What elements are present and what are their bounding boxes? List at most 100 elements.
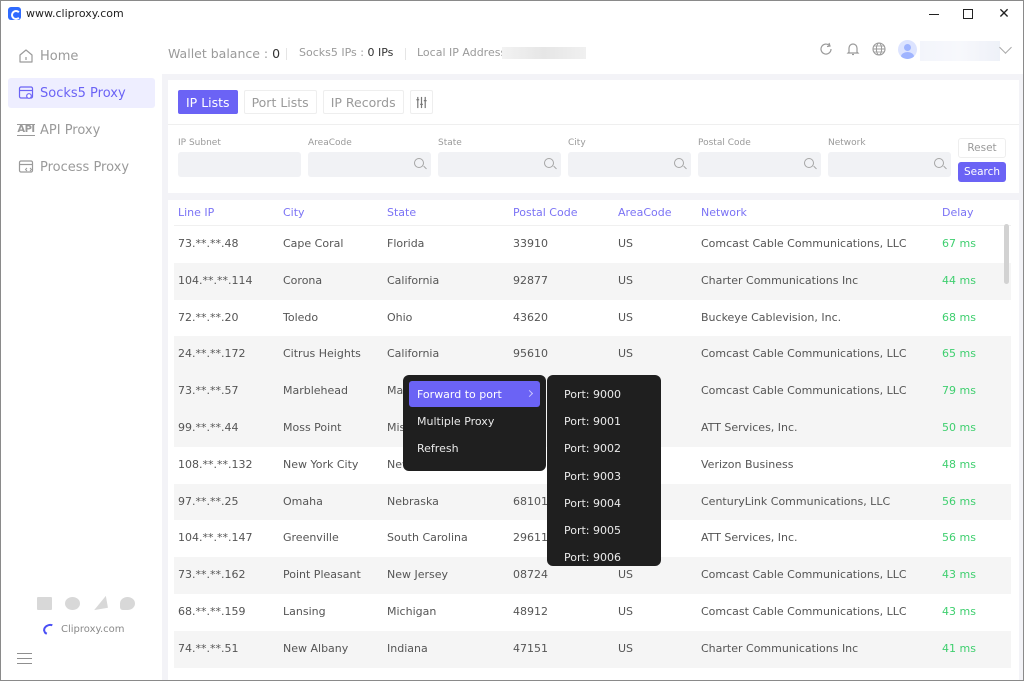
cell-area-code: US bbox=[618, 273, 634, 287]
cell-delay: 43 ms bbox=[942, 568, 976, 582]
area-code-input[interactable] bbox=[308, 152, 431, 177]
cell-state: California bbox=[387, 347, 440, 361]
avatar[interactable] bbox=[898, 40, 917, 59]
search-icon bbox=[934, 158, 944, 168]
divider bbox=[286, 48, 287, 60]
tab-ip-records[interactable]: IP Records bbox=[322, 90, 404, 114]
state-input[interactable] bbox=[438, 152, 561, 177]
column-header-area-code[interactable]: AreaCode bbox=[618, 206, 671, 219]
sidebar-item-label: Socks5 Proxy bbox=[40, 85, 126, 101]
submenu-item-port[interactable]: Port: 9001 bbox=[547, 408, 661, 435]
column-header-line-ip[interactable]: Line IP bbox=[178, 206, 214, 219]
refresh-icon[interactable] bbox=[818, 41, 834, 57]
cell-postal-code: 48912 bbox=[513, 604, 548, 618]
column-header-state[interactable]: State bbox=[387, 206, 416, 219]
sidebar-item-label: API Proxy bbox=[40, 122, 101, 138]
cell-line-ip: 104.**.**.147 bbox=[178, 531, 253, 545]
maximize-button[interactable] bbox=[951, 1, 985, 27]
field-label: State bbox=[438, 138, 462, 148]
sidebar-item-home[interactable]: Home bbox=[8, 41, 155, 71]
cell-network: ATT Services, Inc. bbox=[701, 531, 798, 545]
chevron-down-icon[interactable] bbox=[999, 41, 1012, 54]
tab-ip-lists[interactable]: IP Lists bbox=[178, 90, 238, 114]
cell-delay: 56 ms bbox=[942, 494, 976, 508]
sidebar-item-api-proxy[interactable]: API API Proxy bbox=[8, 115, 155, 145]
main-area: Wallet balance : 0 Socks5 IPs : 0 IPs Lo… bbox=[162, 27, 1023, 680]
api-icon: API bbox=[17, 124, 35, 136]
tab-port-lists[interactable]: Port Lists bbox=[243, 90, 317, 114]
column-header-network[interactable]: Network bbox=[701, 206, 747, 219]
submenu-item-port[interactable]: Port: 9006 bbox=[547, 544, 661, 566]
table-row[interactable]: 73.**.**.48 Cape Coral Florida 33910 US Comca… bbox=[174, 226, 1011, 263]
wallet-balance: Wallet balance : 0 bbox=[168, 46, 281, 61]
cell-city: Corona bbox=[283, 273, 323, 287]
menu-item-refresh[interactable]: Refresh bbox=[409, 435, 540, 461]
cell-line-ip: 24.**.**.172 bbox=[178, 347, 246, 361]
brand-link[interactable]: Cliproxy.com bbox=[41, 622, 125, 637]
username-redacted[interactable] bbox=[920, 41, 1000, 61]
socks5-proxy-icon bbox=[18, 85, 34, 101]
cell-area-code: US bbox=[618, 347, 634, 361]
cell-network: Comcast Cable Communications, LLC bbox=[701, 568, 907, 582]
cell-network: Charter Communications Inc bbox=[701, 273, 859, 287]
cell-delay: 50 ms bbox=[942, 420, 976, 434]
home-icon bbox=[18, 48, 34, 64]
column-header-delay[interactable]: Delay bbox=[942, 206, 974, 219]
submenu-item-port[interactable]: Port: 9004 bbox=[547, 490, 661, 517]
chat-icon[interactable] bbox=[120, 597, 135, 610]
cell-line-ip: 73.**.**.162 bbox=[178, 568, 246, 582]
menu-item-forward-to-port[interactable]: Forward to port bbox=[409, 381, 540, 407]
top-bar: Wallet balance : 0 Socks5 IPs : 0 IPs Lo… bbox=[162, 27, 1023, 74]
menu-item-multiple-proxy[interactable]: Multiple Proxy bbox=[409, 408, 540, 434]
column-header-postal-code[interactable]: Postal Code bbox=[513, 206, 577, 219]
sidebar-item-process-proxy[interactable]: Process Proxy bbox=[8, 152, 155, 182]
table-row[interactable]: 24.**.**.172 Citrus Heights California 9561… bbox=[174, 336, 1011, 374]
cell-area-code: US bbox=[618, 568, 634, 582]
cell-area-code: US bbox=[618, 641, 634, 655]
hamburger-menu-icon[interactable] bbox=[17, 653, 32, 664]
cell-network: Charter Communications Inc bbox=[701, 641, 859, 655]
submenu-item-port[interactable]: Port: 9000 bbox=[547, 381, 661, 408]
table-row[interactable]: 72.**.**.20 Toledo Ohio 43620 US Buckeye Cabl… bbox=[174, 300, 1011, 337]
cell-network: Comcast Cable Communications, LLC bbox=[701, 347, 907, 361]
socks5-ips-value: 0 IPs bbox=[367, 46, 394, 59]
table-row[interactable]: 74.**.**.51 New Albany Indiana 47151 US Chart… bbox=[174, 630, 1011, 668]
skype-icon[interactable] bbox=[65, 597, 80, 610]
column-header-city[interactable]: City bbox=[283, 206, 305, 219]
telegram-icon[interactable] bbox=[92, 595, 108, 611]
field-label: IP Subnet bbox=[178, 138, 221, 148]
table-scrollbar[interactable] bbox=[1004, 224, 1009, 284]
cell-delay: 41 ms bbox=[942, 641, 976, 655]
table-row[interactable]: 68.**.**.159 Lansing Michigan 48912 US Comcas… bbox=[174, 594, 1011, 631]
search-button[interactable]: Search bbox=[958, 162, 1006, 182]
ip-subnet-field: IP Subnet bbox=[178, 138, 301, 177]
cell-delay: 56 ms bbox=[942, 531, 976, 545]
column-settings-button[interactable] bbox=[409, 90, 433, 114]
city-input[interactable] bbox=[568, 152, 691, 177]
search-icon bbox=[804, 158, 814, 168]
network-input[interactable] bbox=[828, 152, 951, 177]
title-bar: www.cliproxy.com ✕ bbox=[1, 1, 1023, 27]
divider bbox=[405, 48, 406, 60]
globe-icon[interactable] bbox=[871, 41, 887, 57]
postal-code-input[interactable] bbox=[698, 152, 821, 177]
cell-postal-code: 08724 bbox=[513, 568, 548, 582]
mail-icon[interactable] bbox=[37, 597, 52, 610]
submenu-item-port[interactable]: Port: 9005 bbox=[547, 517, 661, 544]
submenu-item-port[interactable]: Port: 9002 bbox=[547, 435, 661, 462]
cell-line-ip: 97.**.**.25 bbox=[178, 494, 239, 508]
cell-line-ip: 73.**.**.57 bbox=[178, 384, 239, 398]
close-button[interactable]: ✕ bbox=[987, 1, 1021, 27]
cell-delay: 65 ms bbox=[942, 347, 976, 361]
sliders-icon bbox=[415, 96, 427, 108]
minimize-button[interactable] bbox=[917, 1, 951, 27]
submenu-item-port[interactable]: Port: 9003 bbox=[547, 463, 661, 490]
table-row[interactable]: 104.**.**.114 Corona California 92877 US Char… bbox=[174, 262, 1011, 300]
table-row[interactable]: 35.**.**.104LargoFlorida33770USCharter C… bbox=[174, 668, 1011, 680]
bell-icon[interactable] bbox=[845, 41, 861, 57]
ip-subnet-input[interactable] bbox=[178, 152, 301, 177]
cell-postal-code: 29611 bbox=[513, 531, 548, 545]
sidebar-item-socks5-proxy[interactable]: Socks5 Proxy bbox=[8, 78, 155, 108]
cliproxy-logo-icon bbox=[41, 622, 58, 637]
reset-button[interactable]: Reset bbox=[958, 138, 1006, 158]
